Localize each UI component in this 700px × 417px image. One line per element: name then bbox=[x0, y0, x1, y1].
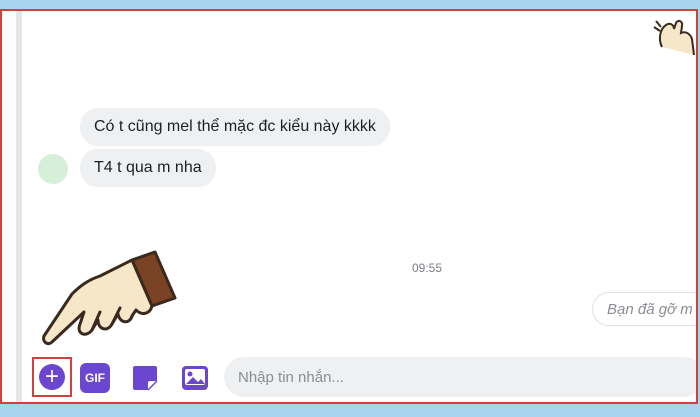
pointing-hand-icon bbox=[40, 250, 180, 365]
message-text: Có t cũng mel thể mặc đc kiểu này kkkk bbox=[94, 118, 376, 135]
sticker-icon bbox=[133, 366, 158, 391]
message-timestamp: 09:55 bbox=[412, 261, 443, 275]
message-text: T4 t qua m nha bbox=[94, 159, 202, 176]
plus-icon: + bbox=[39, 364, 65, 390]
sticker-button[interactable] bbox=[130, 363, 160, 393]
waving-sticker-icon bbox=[652, 19, 696, 64]
gif-icon: GIF bbox=[85, 371, 105, 385]
gif-button[interactable]: GIF bbox=[80, 363, 110, 393]
message-bubble[interactable]: T4 t qua m nha bbox=[80, 149, 216, 187]
left-divider bbox=[2, 11, 22, 402]
recalled-message-text: Bạn đã gỡ m bbox=[607, 301, 693, 318]
avatar[interactable] bbox=[38, 154, 68, 184]
recalled-message-bubble[interactable]: Bạn đã gỡ m bbox=[592, 292, 696, 326]
image-icon bbox=[182, 366, 208, 390]
message-input[interactable] bbox=[224, 357, 696, 397]
image-button[interactable] bbox=[180, 363, 210, 393]
message-bubble[interactable]: Có t cũng mel thể mặc đc kiểu này kkkk bbox=[80, 108, 390, 146]
